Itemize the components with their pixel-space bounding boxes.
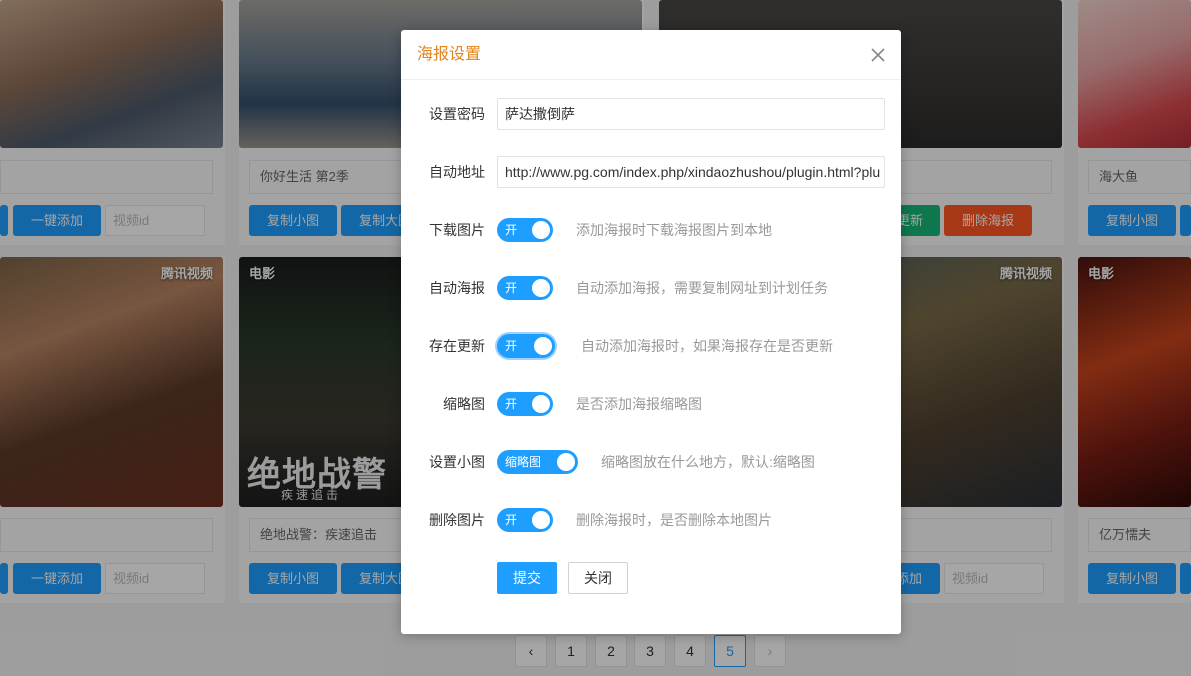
- auto-url-row: 自动地址 http://www.pg.com/index.php/xindaoz…: [401, 156, 901, 188]
- close-button[interactable]: 关闭: [568, 562, 628, 594]
- password-input[interactable]: 萨达撒倒萨: [497, 98, 885, 130]
- toggle-knob: [532, 511, 550, 529]
- exists-update-label: 存在更新: [429, 338, 485, 354]
- download-image-toggle[interactable]: 开: [497, 218, 553, 242]
- toggle-text: 开: [505, 397, 518, 411]
- toggle-knob: [532, 279, 550, 297]
- poster-settings-dialog: 海报设置 设置密码 萨达撒倒萨 自动地址 http://www.pg.com/i…: [401, 30, 901, 634]
- delete-image-hint: 删除海报时，是否删除本地图片: [576, 512, 772, 528]
- toggle-text: 开: [505, 339, 518, 353]
- password-label: 设置密码: [429, 106, 485, 122]
- delete-image-row: 删除图片 开 删除海报时，是否删除本地图片: [401, 504, 901, 536]
- thumbnail-row: 缩略图 开 是否添加海报缩略图: [401, 388, 901, 420]
- auto-poster-hint: 自动添加海报，需要复制网址到计划任务: [576, 280, 828, 296]
- exists-update-hint: 自动添加海报时，如果海报存在是否更新: [581, 338, 833, 354]
- toggle-text: 开: [505, 223, 518, 237]
- exists-update-row: 存在更新 开 自动添加海报时，如果海报存在是否更新: [401, 330, 901, 362]
- toggle-knob: [534, 337, 552, 355]
- toggle-knob: [557, 453, 575, 471]
- auto-poster-row: 自动海报 开 自动添加海报，需要复制网址到计划任务: [401, 272, 901, 304]
- small-image-label: 设置小图: [429, 454, 485, 470]
- auto-poster-toggle[interactable]: 开: [497, 276, 553, 300]
- toggle-knob: [532, 395, 550, 413]
- auto-url-input[interactable]: http://www.pg.com/index.php/xindaozhusho…: [497, 156, 885, 188]
- download-image-row: 下载图片 开 添加海报时下载海报图片到本地: [401, 214, 901, 246]
- password-row: 设置密码 萨达撒倒萨: [401, 98, 901, 130]
- auto-poster-label: 自动海报: [429, 280, 485, 296]
- download-image-hint: 添加海报时下载海报图片到本地: [576, 222, 772, 238]
- toggle-text: 开: [505, 281, 518, 295]
- delete-image-toggle[interactable]: 开: [497, 508, 553, 532]
- small-image-hint: 缩略图放在什么地方，默认:缩略图: [601, 454, 815, 470]
- exists-update-toggle[interactable]: 开: [497, 334, 555, 358]
- submit-button[interactable]: 提交: [497, 562, 557, 594]
- thumbnail-toggle[interactable]: 开: [497, 392, 553, 416]
- toggle-text: 开: [505, 513, 518, 527]
- close-icon[interactable]: [869, 46, 887, 64]
- delete-image-label: 删除图片: [429, 512, 485, 528]
- small-image-toggle[interactable]: 缩略图: [497, 450, 578, 474]
- auto-url-label: 自动地址: [429, 164, 485, 180]
- toggle-knob: [532, 221, 550, 239]
- dialog-header: 海报设置: [401, 30, 901, 80]
- toggle-text: 缩略图: [505, 455, 542, 469]
- dialog-title: 海报设置: [417, 46, 482, 63]
- download-image-label: 下载图片: [429, 222, 485, 238]
- thumbnail-hint: 是否添加海报缩略图: [576, 396, 702, 412]
- thumbnail-label: 缩略图: [443, 396, 485, 412]
- small-image-row: 设置小图 缩略图 缩略图放在什么地方，默认:缩略图: [401, 446, 901, 478]
